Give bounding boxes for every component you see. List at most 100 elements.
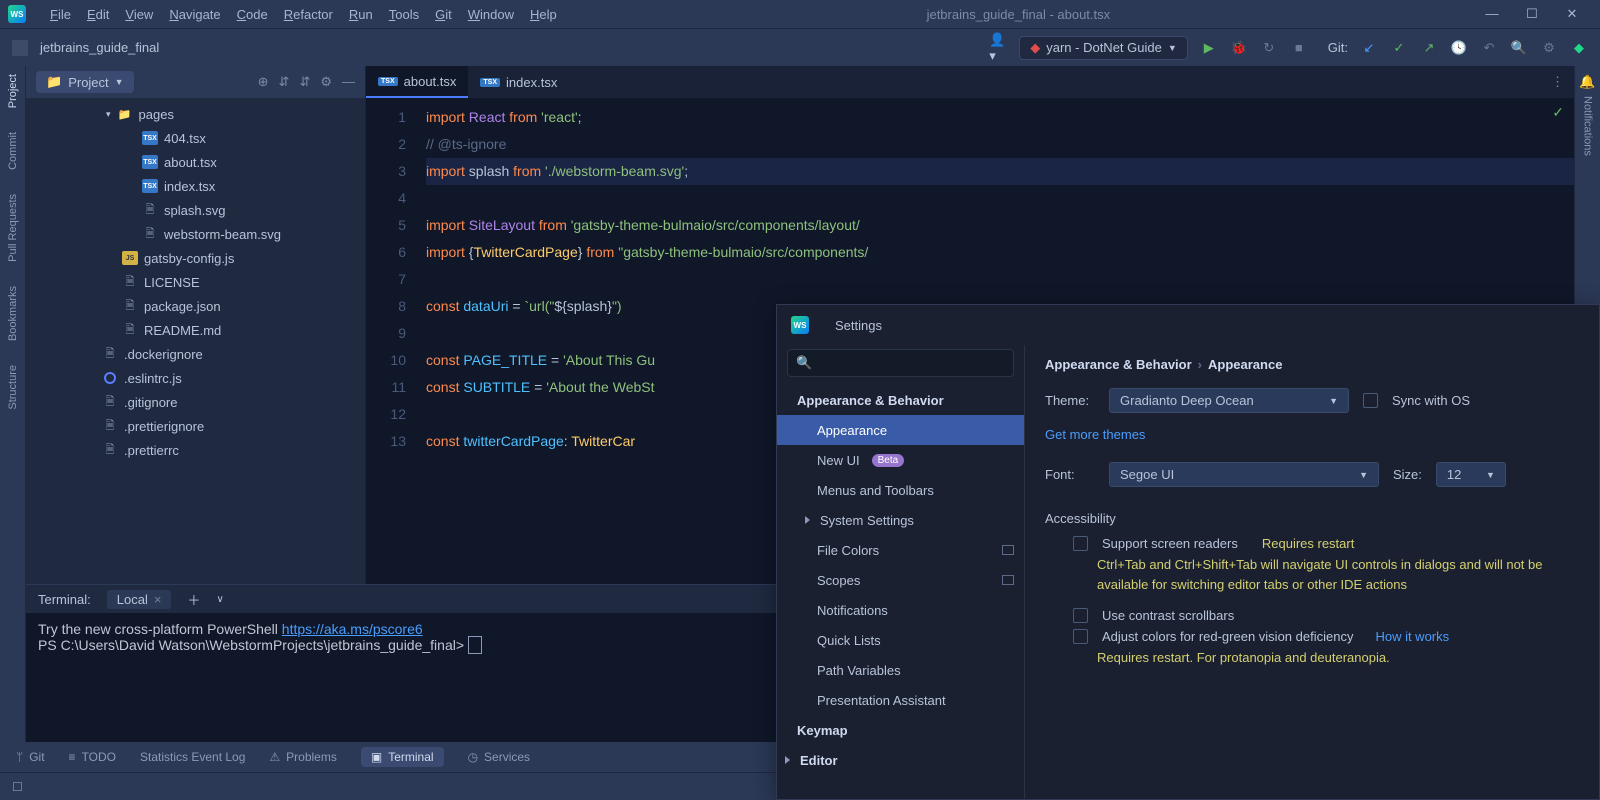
get-themes-link[interactable]: Get more themes bbox=[1045, 427, 1145, 442]
tree-file[interactable]: 🗎 .prettierrc bbox=[26, 438, 365, 462]
font-combo[interactable]: Segoe UI▼ bbox=[1109, 462, 1379, 487]
settings-tree-item[interactable]: Editor bbox=[777, 745, 1024, 775]
rail-notifications[interactable]: Notifications bbox=[1582, 96, 1594, 156]
menu-window[interactable]: Window bbox=[460, 7, 522, 22]
tree-folder-pages[interactable]: ▾ 📁 pages bbox=[26, 102, 365, 126]
tool-todo[interactable]: ≡TODO bbox=[69, 750, 116, 764]
git-update-icon[interactable]: ↙ bbox=[1360, 40, 1378, 56]
theme-combo[interactable]: Gradianto Deep Ocean▼ bbox=[1109, 388, 1349, 413]
menu-edit[interactable]: Edit bbox=[79, 7, 117, 22]
editor-tab[interactable]: TSX about.tsx bbox=[366, 66, 468, 98]
menu-code[interactable]: Code bbox=[229, 7, 276, 22]
project-tree[interactable]: ▾ 📁 pagesTSX 404.tsxTSX about.tsxTSX ind… bbox=[26, 98, 365, 466]
color-deficiency-checkbox[interactable] bbox=[1073, 629, 1088, 644]
close-tab-icon[interactable]: × bbox=[154, 592, 162, 607]
tree-file[interactable]: 🗎 .gitignore bbox=[26, 390, 365, 414]
contrast-checkbox[interactable] bbox=[1073, 608, 1088, 623]
settings-tree-item[interactable]: Appearance & Behavior bbox=[777, 385, 1024, 415]
tree-file[interactable]: 🗎 splash.svg bbox=[26, 198, 365, 222]
sync-os-checkbox[interactable] bbox=[1363, 393, 1378, 408]
settings-tree-item[interactable]: Scopes bbox=[777, 565, 1024, 595]
tree-file[interactable]: 🗎 README.md bbox=[26, 318, 365, 342]
tree-file[interactable]: TSX about.tsx bbox=[26, 150, 365, 174]
undo-icon[interactable]: ↶ bbox=[1480, 40, 1498, 56]
rail-bookmarks[interactable]: Bookmarks bbox=[7, 286, 19, 341]
git-label: Git: bbox=[1328, 40, 1348, 55]
settings-tree-item[interactable]: New UIBeta bbox=[777, 445, 1024, 475]
collapse-icon[interactable]: ⇵ bbox=[299, 74, 310, 90]
inspection-ok-icon[interactable]: ✓ bbox=[1552, 104, 1564, 121]
project-view-selector[interactable]: 📁 Project ▼ bbox=[36, 71, 134, 93]
tool-stats[interactable]: Statistics Event Log bbox=[140, 750, 245, 764]
tree-file[interactable]: TSX index.tsx bbox=[26, 174, 365, 198]
debug-icon[interactable]: 🐞 bbox=[1230, 40, 1248, 56]
settings-tree-item[interactable]: File Colors bbox=[777, 535, 1024, 565]
accessibility-heading: Accessibility bbox=[1045, 511, 1579, 526]
tree-file[interactable]: 🗎 LICENSE bbox=[26, 270, 365, 294]
settings-tree-item[interactable]: Appearance bbox=[777, 415, 1024, 445]
settings-tree-item[interactable]: Quick Lists bbox=[777, 625, 1024, 655]
user-icon[interactable]: 👤▾ bbox=[989, 32, 1007, 64]
maximize-button[interactable]: ☐ bbox=[1520, 6, 1544, 22]
menu-help[interactable]: Help bbox=[522, 7, 565, 22]
tree-file[interactable]: TSX 404.tsx bbox=[26, 126, 365, 150]
menu-view[interactable]: View bbox=[117, 7, 161, 22]
tree-file[interactable]: 🗎 webstorm-beam.svg bbox=[26, 222, 365, 246]
menu-tools[interactable]: Tools bbox=[381, 7, 427, 22]
new-terminal-icon[interactable]: ＋ bbox=[187, 590, 200, 609]
tree-file[interactable]: 🗎 .prettierignore bbox=[26, 414, 365, 438]
breadcrumb-project[interactable]: jetbrains_guide_final bbox=[40, 40, 159, 55]
codewithme-icon[interactable]: ◆ bbox=[1570, 40, 1588, 56]
coverage-icon[interactable]: ↻ bbox=[1260, 40, 1278, 56]
stop-icon[interactable]: ■ bbox=[1290, 40, 1308, 55]
panel-settings-icon[interactable]: ⚙ bbox=[320, 74, 332, 90]
menu-file[interactable]: File bbox=[42, 7, 79, 22]
rail-commit[interactable]: Commit bbox=[7, 132, 19, 170]
menu-refactor[interactable]: Refactor bbox=[276, 7, 341, 22]
menu-git[interactable]: Git bbox=[427, 7, 460, 22]
tool-problems[interactable]: ⚠Problems bbox=[269, 750, 336, 764]
statusbar-icon[interactable]: ☐ bbox=[12, 780, 23, 794]
settings-tree-item[interactable]: Notifications bbox=[777, 595, 1024, 625]
settings-tree-item[interactable]: Menus and Toolbars bbox=[777, 475, 1024, 505]
locate-icon[interactable]: ⊕ bbox=[258, 74, 269, 90]
run-icon[interactable]: ▶ bbox=[1200, 40, 1218, 56]
terminal-link[interactable]: https://aka.ms/pscore6 bbox=[282, 621, 423, 637]
settings-tree-item[interactable]: Path Variables bbox=[777, 655, 1024, 685]
rail-project[interactable]: Project bbox=[7, 74, 19, 108]
tab-more-icon[interactable]: ⋮ bbox=[1541, 66, 1574, 98]
git-push-icon[interactable]: ↗ bbox=[1420, 40, 1438, 56]
rail-structure[interactable]: Structure bbox=[7, 365, 19, 410]
expand-icon[interactable]: ⇵ bbox=[279, 74, 290, 90]
tree-file[interactable]: JS gatsby-config.js bbox=[26, 246, 365, 270]
history-icon[interactable]: 🕓 bbox=[1450, 40, 1468, 56]
minimize-button[interactable]: — bbox=[1480, 6, 1504, 22]
bell-icon[interactable]: 🔔 bbox=[1579, 74, 1595, 90]
settings-tree-item[interactable]: Keymap bbox=[777, 715, 1024, 745]
tree-file[interactable]: 🗎 package.json bbox=[26, 294, 365, 318]
run-configuration[interactable]: ◆ yarn - DotNet Guide ▼ bbox=[1019, 36, 1188, 60]
search-icon[interactable]: 🔍 bbox=[1510, 40, 1528, 56]
tool-services[interactable]: ◷Services bbox=[468, 750, 531, 764]
tool-git[interactable]: ᛘGit bbox=[16, 750, 45, 764]
tree-file[interactable]: .eslintrc.js bbox=[26, 366, 365, 390]
rail-pull-requests[interactable]: Pull Requests bbox=[7, 194, 19, 262]
hide-panel-icon[interactable]: — bbox=[342, 74, 355, 90]
settings-search[interactable]: 🔍 bbox=[787, 349, 1014, 377]
screen-readers-checkbox[interactable] bbox=[1073, 536, 1088, 551]
settings-tree-item[interactable]: Presentation Assistant bbox=[777, 685, 1024, 715]
tool-terminal[interactable]: ▣Terminal bbox=[361, 747, 444, 767]
terminal-tab[interactable]: Local × bbox=[107, 590, 172, 609]
editor-tab[interactable]: TSX index.tsx bbox=[468, 66, 569, 98]
git-commit-icon[interactable]: ✓ bbox=[1390, 40, 1408, 56]
settings-tree-item[interactable]: System Settings bbox=[777, 505, 1024, 535]
tree-file[interactable]: 🗎 .dockerignore bbox=[26, 342, 365, 366]
menu-navigate[interactable]: Navigate bbox=[161, 7, 228, 22]
size-combo[interactable]: 12▼ bbox=[1436, 462, 1506, 487]
terminal-dropdown-icon[interactable]: ∨ bbox=[216, 594, 223, 605]
settings-breadcrumb: Appearance & Behavior›Appearance bbox=[1045, 357, 1579, 372]
close-button[interactable]: ✕ bbox=[1560, 6, 1584, 22]
how-it-works-link[interactable]: How it works bbox=[1375, 629, 1449, 644]
settings-icon[interactable]: ⚙ bbox=[1540, 40, 1558, 56]
menu-run[interactable]: Run bbox=[341, 7, 381, 22]
